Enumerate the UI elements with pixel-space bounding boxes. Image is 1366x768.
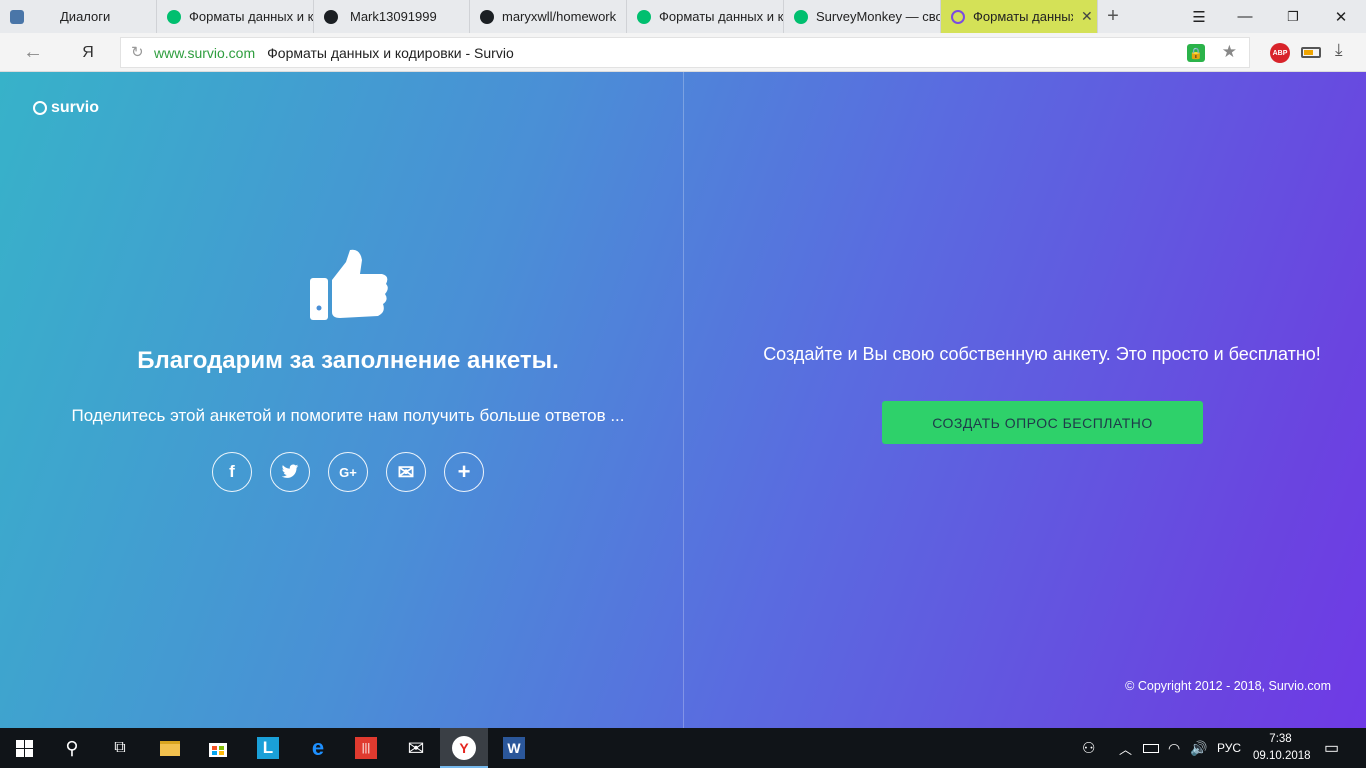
email-icon: ✉ <box>397 461 415 484</box>
volume-icon[interactable]: 🔊 <box>1190 728 1207 768</box>
url-page-title: Форматы данных и кодировки - Survio <box>267 44 514 61</box>
copyright: © Copyright 2012 - 2018, Survio.com <box>1125 679 1331 693</box>
tab-title: Форматы данных и к <box>659 9 783 24</box>
back-arrow-icon[interactable]: ← <box>16 33 50 72</box>
thanks-heading: Благодарим за заполнение анкеты. <box>137 347 559 374</box>
search-icon[interactable]: ⚲ <box>48 728 96 768</box>
share-text: Поделитесь этой анкетой и помогите нам п… <box>71 406 625 425</box>
battery-extension-icon[interactable] <box>1301 47 1321 58</box>
surveymonkey-icon <box>794 9 808 24</box>
tab-survio-active[interactable]: Форматы данных ✕ <box>941 0 1098 33</box>
clock[interactable]: 7:38 09.10.2018 <box>1253 731 1311 765</box>
adblock-icon[interactable]: ABP <box>1270 43 1290 63</box>
url-domain: www.survio.com <box>154 44 256 61</box>
minimize-button[interactable]: — <box>1222 0 1268 33</box>
tab-title: SurveyMonkey — сво <box>816 9 940 24</box>
reload-icon[interactable]: ↻ <box>131 43 144 61</box>
new-tab-button[interactable]: + <box>1090 0 1136 33</box>
taskbar: ⚲ ⧉ L e ||| ✉ Y W ⚇ ︿ ◠ 🔊 РУС 7:38 09.10… <box>0 728 1366 768</box>
twitter-icon <box>281 464 299 478</box>
email-share-button[interactable]: ✉ <box>386 452 426 492</box>
red-app-icon[interactable]: ||| <box>342 728 390 768</box>
language-indicator[interactable]: РУС <box>1217 728 1241 768</box>
app-l-icon[interactable]: L <box>244 728 292 768</box>
tab-title: Форматы данных <box>973 9 1073 24</box>
edge-icon[interactable]: e <box>294 728 342 768</box>
menu-icon[interactable]: ☰ <box>1176 0 1222 33</box>
twitter-share-button[interactable] <box>270 452 310 492</box>
tab-github-mark[interactable]: Mark13091999 <box>314 0 470 33</box>
survey-complete-page: survio Благодарим за заполнение анкеты. … <box>0 72 1366 728</box>
mail-icon[interactable]: ✉ <box>392 728 440 768</box>
google-plus-icon: G+ <box>339 464 357 480</box>
restore-button[interactable]: ❐ <box>1270 0 1316 33</box>
more-share-button[interactable]: + <box>444 452 484 492</box>
task-view-icon[interactable]: ⧉ <box>96 728 144 768</box>
tab-formats-1[interactable]: Форматы данных и к <box>157 0 314 33</box>
lock-icon[interactable]: 🔒 <box>1187 44 1205 62</box>
tab-github-homework[interactable]: maryxwll/homework <box>470 0 627 33</box>
word-icon[interactable]: W <box>490 728 538 768</box>
plus-icon: + <box>457 459 471 484</box>
survio-logo[interactable]: survio <box>33 99 99 117</box>
tab-surveymonkey[interactable]: SurveyMonkey — сво <box>784 0 941 33</box>
battery-icon[interactable] <box>1143 728 1159 768</box>
facebook-icon: f <box>229 462 235 481</box>
tab-title: Mark13091999 <box>350 9 437 24</box>
surveymonkey-icon <box>637 9 651 24</box>
survio-icon <box>951 9 965 24</box>
google-plus-share-button[interactable]: G+ <box>328 452 368 492</box>
tab-dialogs[interactable]: Диалоги <box>0 0 157 33</box>
store-icon[interactable] <box>194 728 242 768</box>
url-field[interactable]: ↻ www.survio.com Форматы данных и кодиро… <box>120 37 1250 68</box>
wifi-icon[interactable]: ◠ <box>1168 728 1180 768</box>
close-window-button[interactable]: ✕ <box>1318 0 1364 33</box>
clock-time: 7:38 <box>1269 733 1292 745</box>
clock-date: 09.10.2018 <box>1253 750 1311 762</box>
download-icon[interactable]: ⤓ <box>1335 40 1343 60</box>
survio-check-icon <box>33 101 47 115</box>
bookmark-star-icon[interactable]: ★ <box>1222 42 1237 62</box>
surveymonkey-icon <box>167 9 181 24</box>
tab-title: Форматы данных и к <box>189 9 313 24</box>
tab-title: Диалоги <box>60 9 111 24</box>
tab-formats-2[interactable]: Форматы данных и к <box>627 0 784 33</box>
dialogs-icon <box>10 9 24 24</box>
github-icon <box>324 9 338 24</box>
tab-bar: Диалоги Форматы данных и к Mark13091999 … <box>0 0 1366 33</box>
thumbs-up-icon <box>310 249 388 320</box>
logo-text: survio <box>51 99 100 116</box>
github-icon <box>480 9 494 24</box>
create-survey-button[interactable]: СОЗДАТЬ ОПРОС БЕСПЛАТНО <box>882 401 1203 444</box>
people-icon[interactable]: ⚇ <box>1082 728 1095 768</box>
address-bar: ← Я ↻ www.survio.com Форматы данных и ко… <box>0 33 1366 72</box>
yandex-browser-icon[interactable]: Y <box>440 728 488 768</box>
column-divider <box>683 72 684 728</box>
windows-start-icon[interactable] <box>0 728 48 768</box>
chevron-up-icon[interactable]: ︿ <box>1119 728 1132 768</box>
file-explorer-icon[interactable] <box>146 728 194 768</box>
notifications-icon[interactable]: ▭ <box>1324 728 1339 768</box>
cta-text: Создайте и Вы свою собственную анкету. Э… <box>763 344 1321 364</box>
facebook-share-button[interactable]: f <box>212 452 252 492</box>
yandex-icon[interactable]: Я <box>76 33 100 72</box>
tab-title: maryxwll/homework <box>502 9 617 24</box>
